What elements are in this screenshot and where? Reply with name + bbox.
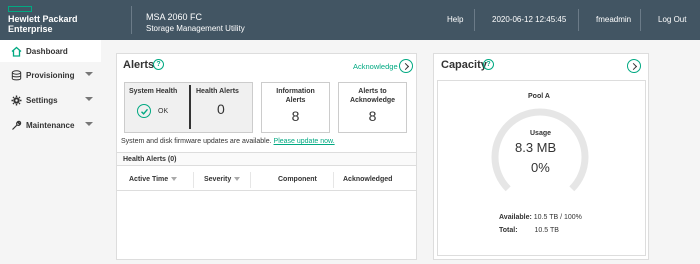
hpe-logo-mark [8, 6, 32, 12]
sidebar-item-label: Provisioning [26, 70, 75, 80]
sort-icon [171, 177, 178, 182]
information-alerts-value: 8 [291, 108, 300, 124]
sidebar: Dashboard Provisioning Settings Maintena… [0, 40, 101, 264]
logo-line-1: Hewlett Packard [8, 14, 78, 24]
column-separator [250, 172, 251, 188]
total-value: 10.5 TB [534, 227, 559, 234]
health-alerts-value: 0 [217, 101, 225, 117]
alerts-to-acknowledge-tile[interactable]: Alerts to Acknowledge 8 [338, 82, 407, 133]
acknowledge-link[interactable]: Acknowledge [353, 62, 398, 71]
check-circle-icon [137, 104, 151, 118]
capacity-title: Capacity [441, 59, 487, 71]
column-separator [193, 172, 194, 188]
header-separator [578, 9, 579, 31]
column-component: Component [278, 176, 317, 183]
tile-divider [189, 85, 191, 129]
information-alerts-tile[interactable]: Information Alerts 8 [261, 82, 330, 133]
total-row: Total: 10.5 TB [499, 227, 559, 234]
sidebar-item-maintenance[interactable]: Maintenance [0, 114, 101, 136]
system-health-status: OK [158, 108, 169, 115]
usage-gauge [491, 108, 589, 192]
alerts-title: Alerts [123, 59, 155, 71]
header-divider [131, 6, 132, 34]
datetime-display: 2020-06-12 12:45:45 [492, 15, 567, 24]
sidebar-item-label: Settings [26, 95, 58, 105]
home-icon [10, 45, 22, 57]
chevron-down-icon [85, 97, 93, 101]
product-info: MSA 2060 FC Storage Management Utility [146, 11, 245, 35]
product-subtitle: Storage Management Utility [146, 24, 245, 33]
header-separator [640, 9, 641, 31]
logo-line-2: Enterprise [8, 24, 53, 34]
firmware-message: System and disk firmware updates are ava… [121, 138, 335, 145]
help-link[interactable]: Help [447, 15, 463, 24]
usage-label: Usage [530, 130, 552, 137]
header-separator [474, 9, 475, 31]
top-bar: Hewlett Packard Enterprise MSA 2060 FC S… [0, 0, 700, 40]
information-alerts-label: Information Alerts [276, 88, 315, 104]
sort-icon [234, 177, 241, 182]
product-name: MSA 2060 FC [146, 12, 203, 22]
usage-value: 8.3 MB [515, 140, 557, 155]
column-active-time[interactable]: Active Time [129, 176, 178, 183]
sidebar-item-dashboard[interactable]: Dashboard [0, 40, 101, 62]
available-value: 10.5 TB / 100% [533, 214, 582, 221]
total-label: Total: [499, 227, 518, 234]
column-severity[interactable]: Severity [204, 176, 241, 183]
system-health-label: System Health [129, 88, 178, 95]
health-alerts-label: Health Alerts [196, 88, 239, 95]
database-icon [10, 69, 22, 81]
column-acknowledged: Acknowledged [343, 176, 393, 183]
sidebar-item-label: Maintenance [26, 120, 75, 130]
help-icon[interactable]: ? [153, 59, 164, 70]
column-separator [333, 172, 334, 188]
alerts-to-acknowledge-label: Alerts to Acknowledge [349, 88, 396, 104]
available-row: Available: 10.5 TB / 100% [499, 214, 582, 221]
wrench-icon [10, 119, 22, 131]
chevron-down-icon [85, 72, 93, 76]
alerts-go-arrow-icon[interactable] [399, 59, 413, 73]
health-alerts-table-title: Health Alerts (0) [123, 156, 177, 163]
chevron-down-icon [85, 122, 93, 126]
capacity-go-arrow-icon[interactable] [627, 59, 641, 73]
user-menu[interactable]: fmeadmin [596, 15, 631, 24]
sidebar-item-settings[interactable]: Settings [0, 89, 101, 111]
gear-icon [10, 94, 22, 106]
update-now-link[interactable]: Please update now. [274, 138, 335, 145]
sidebar-item-provisioning[interactable]: Provisioning [0, 64, 101, 86]
help-icon[interactable]: ? [483, 59, 494, 70]
usage-percent: 0% [531, 160, 550, 175]
sidebar-item-label: Dashboard [26, 46, 68, 56]
alerts-to-acknowledge-value: 8 [368, 108, 377, 124]
available-label: Available: [499, 214, 532, 221]
hpe-logo: Hewlett Packard Enterprise [8, 6, 108, 34]
table-header-divider [117, 190, 416, 191]
logout-link[interactable]: Log Out [658, 15, 686, 24]
pool-name: Pool A [528, 93, 550, 100]
